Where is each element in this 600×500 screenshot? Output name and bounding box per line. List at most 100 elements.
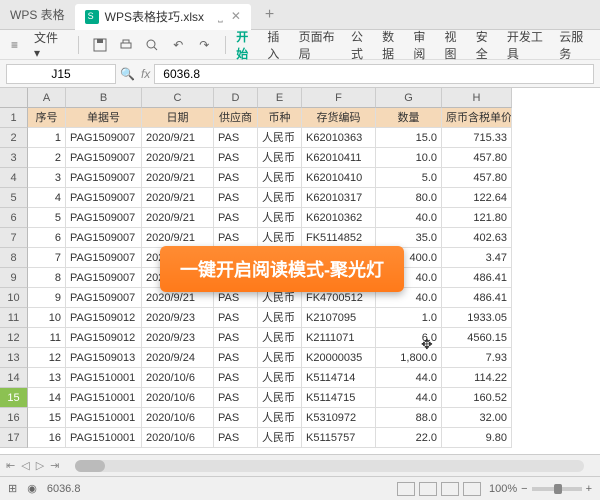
row-header[interactable]: 9 xyxy=(0,268,28,288)
cell[interactable]: 人民币 xyxy=(258,128,302,148)
cell[interactable]: 12 xyxy=(28,348,66,368)
row-header[interactable]: 4 xyxy=(0,168,28,188)
column-title[interactable]: 存货编码 xyxy=(302,108,376,128)
cell[interactable]: 486.41 xyxy=(442,288,512,308)
cell[interactable]: PAG1509012 xyxy=(66,308,142,328)
ribbon-tab-4[interactable]: 数据 xyxy=(378,25,407,65)
cell[interactable]: 2020/9/21 xyxy=(142,208,214,228)
status-lock-icon[interactable]: ◉ xyxy=(27,482,37,495)
zoom-slider[interactable] xyxy=(532,487,582,491)
ribbon-tab-8[interactable]: 开发工具 xyxy=(503,25,553,65)
redo-icon[interactable]: ↷ xyxy=(193,34,215,56)
search-icon[interactable]: 🔍 xyxy=(120,67,135,81)
first-sheet-icon[interactable]: ⇤ xyxy=(6,459,15,472)
column-title[interactable]: 日期 xyxy=(142,108,214,128)
row-header[interactable]: 14 xyxy=(0,368,28,388)
cell[interactable]: 9.80 xyxy=(442,428,512,448)
cell[interactable]: 715.33 xyxy=(442,128,512,148)
zoom-out-icon[interactable]: − xyxy=(521,483,527,495)
row-header[interactable]: 7 xyxy=(0,228,28,248)
cell[interactable]: K2111071 xyxy=(302,328,376,348)
cell[interactable]: 10.0 xyxy=(376,148,442,168)
cell[interactable]: PAS xyxy=(214,388,258,408)
cell[interactable]: 121.80 xyxy=(442,208,512,228)
page-view-icon[interactable] xyxy=(419,482,437,496)
cell[interactable]: K5114715 xyxy=(302,388,376,408)
cell[interactable]: PAG1510001 xyxy=(66,388,142,408)
cell[interactable]: PAG1509007 xyxy=(66,148,142,168)
column-title[interactable]: 供应商 xyxy=(214,108,258,128)
cell[interactable]: 14 xyxy=(28,388,66,408)
cell[interactable]: 32.00 xyxy=(442,408,512,428)
ribbon-tab-0[interactable]: 开始 xyxy=(232,25,261,65)
row-header[interactable]: 12 xyxy=(0,328,28,348)
cell[interactable]: 2020/9/23 xyxy=(142,308,214,328)
cell[interactable]: PAG1509007 xyxy=(66,228,142,248)
cell[interactable]: 人民币 xyxy=(258,368,302,388)
cell[interactable]: PAG1510001 xyxy=(66,428,142,448)
cell[interactable]: K5114714 xyxy=(302,368,376,388)
row-header[interactable]: 11 xyxy=(0,308,28,328)
cell[interactable]: 2 xyxy=(28,148,66,168)
cell[interactable]: 457.80 xyxy=(442,148,512,168)
cell[interactable]: 44.0 xyxy=(376,388,442,408)
cell[interactable]: PAG1509007 xyxy=(66,288,142,308)
cell[interactable]: PAG1510001 xyxy=(66,368,142,388)
tab-menu-icon[interactable]: ⎵ xyxy=(218,9,223,24)
cell[interactable]: 2020/10/6 xyxy=(142,368,214,388)
cell[interactable]: PAG1509007 xyxy=(66,128,142,148)
col-header[interactable]: H xyxy=(442,88,512,108)
cell[interactable]: 44.0 xyxy=(376,368,442,388)
cell[interactable]: K62010411 xyxy=(302,148,376,168)
cell[interactable]: PAS xyxy=(214,208,258,228)
cell[interactable]: 人民币 xyxy=(258,428,302,448)
cell[interactable]: 2020/10/6 xyxy=(142,388,214,408)
select-all-corner[interactable] xyxy=(0,88,28,108)
ribbon-tab-2[interactable]: 页面布局 xyxy=(295,25,345,65)
cell[interactable]: K5310972 xyxy=(302,408,376,428)
row-header[interactable]: 10 xyxy=(0,288,28,308)
cell[interactable]: PAG1509007 xyxy=(66,168,142,188)
cell[interactable]: 22.0 xyxy=(376,428,442,448)
cell[interactable]: 2020/9/21 xyxy=(142,128,214,148)
cell[interactable]: PAS xyxy=(214,188,258,208)
cell[interactable]: 人民币 xyxy=(258,168,302,188)
cell[interactable]: 1.0 xyxy=(376,308,442,328)
cell[interactable]: K62010362 xyxy=(302,208,376,228)
column-title[interactable]: 原币含税单价 xyxy=(442,108,512,128)
cell[interactable]: 11 xyxy=(28,328,66,348)
row-header[interactable]: 1 xyxy=(0,108,28,128)
document-tab[interactable]: WPS表格技巧.xlsx ⎵ ✕ xyxy=(75,4,251,30)
cell[interactable]: 3.47 xyxy=(442,248,512,268)
cell[interactable]: 6 xyxy=(28,228,66,248)
col-header[interactable]: B xyxy=(66,88,142,108)
cell[interactable]: PAS xyxy=(214,428,258,448)
new-tab-button[interactable]: + xyxy=(259,6,280,24)
cell[interactable]: 5 xyxy=(28,208,66,228)
hamburger-icon[interactable]: ≡ xyxy=(5,35,24,55)
reading-view-icon[interactable] xyxy=(463,482,481,496)
row-header[interactable]: 16 xyxy=(0,408,28,428)
cell[interactable]: 4560.15 xyxy=(442,328,512,348)
ribbon-tab-7[interactable]: 安全 xyxy=(472,25,501,65)
cell[interactable]: PAS xyxy=(214,308,258,328)
cell[interactable]: 15 xyxy=(28,408,66,428)
cell[interactable]: 40.0 xyxy=(376,208,442,228)
status-mode-icon[interactable]: ⊞ xyxy=(8,482,17,495)
file-menu[interactable]: 文件 ▾ xyxy=(26,26,72,63)
cell[interactable]: K62010363 xyxy=(302,128,376,148)
column-title[interactable]: 币种 xyxy=(258,108,302,128)
preview-icon[interactable] xyxy=(141,34,163,56)
cell[interactable]: 2020/10/6 xyxy=(142,428,214,448)
cell[interactable]: 人民币 xyxy=(258,348,302,368)
cell[interactable]: 7.93 xyxy=(442,348,512,368)
col-header[interactable]: C xyxy=(142,88,214,108)
cell[interactable]: 2020/9/21 xyxy=(142,168,214,188)
cell[interactable]: 2020/9/21 xyxy=(142,228,214,248)
cell[interactable]: PAS xyxy=(214,328,258,348)
column-title[interactable]: 序号 xyxy=(28,108,66,128)
cell[interactable]: 人民币 xyxy=(258,408,302,428)
prev-sheet-icon[interactable]: ◁ xyxy=(21,459,29,472)
column-title[interactable]: 数量 xyxy=(376,108,442,128)
cell[interactable]: PAG1509007 xyxy=(66,268,142,288)
